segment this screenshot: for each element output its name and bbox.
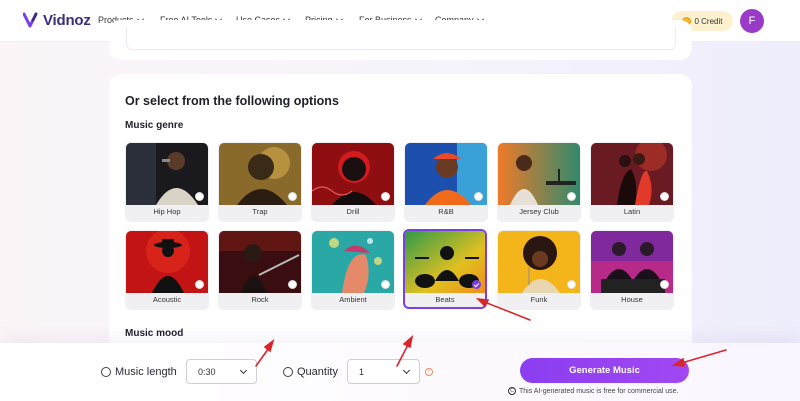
music-genre-heading: Music genre [125,120,184,131]
genre-tile-latin[interactable]: Latin [590,142,674,222]
genre-label: Acoustic [152,295,182,304]
genre-tile-rnb[interactable]: R&B [404,142,488,222]
music-length-label-group: Music length [101,366,177,378]
vidnoz-logo-icon [23,12,38,28]
genre-tile-drill[interactable]: Drill [311,142,395,222]
chevron-down-icon [239,366,248,375]
genre-radio[interactable] [288,192,297,201]
quantity-select[interactable]: 1 [347,359,420,384]
genre-radio[interactable] [288,280,297,289]
genre-radio[interactable] [567,192,576,201]
music-mood-heading: Music mood [125,328,184,339]
genre-radio[interactable] [195,192,204,201]
genre-radio[interactable] [567,280,576,289]
genre-tile-house[interactable]: House [590,230,674,310]
prompt-card [109,20,692,60]
logo-text: Vidnoz [43,11,91,29]
genre-tile-acoustic[interactable]: Acoustic [125,230,209,310]
genre-radio[interactable] [474,192,483,201]
genre-radio[interactable] [660,280,669,289]
genre-tile-hip-hop[interactable]: Hip Hop [125,142,209,222]
info-icon[interactable]: ! [425,368,433,376]
credit-label: 0 Credit [694,16,723,26]
copyright-icon: C [508,387,516,395]
genre-tile-rock[interactable]: Rock [218,230,302,310]
generate-music-button[interactable]: Generate Music [520,358,689,383]
generate-music-label: Generate Music [569,365,640,376]
genre-label: Trap [252,207,268,216]
avatar[interactable]: F [740,9,764,33]
genre-tile-trap[interactable]: Trap [218,142,302,222]
genre-label: Latin [623,207,641,216]
clock-icon [101,367,111,377]
genre-tile-jersey-club[interactable]: Jersey Club [497,142,581,222]
quantity-value: 1 [359,366,365,377]
genre-radio[interactable] [195,280,204,289]
genre-label: Drill [346,207,360,216]
genre-tile-beats[interactable]: Beats [403,229,487,309]
genre-radio[interactable] [381,280,390,289]
genre-label: R&B [438,207,454,216]
vidnoz-logo[interactable]: Vidnoz [23,11,91,29]
avatar-initial: F [748,15,756,27]
genre-label: Beats [435,295,455,304]
prompt-textarea[interactable] [126,26,676,50]
genre-tile-funk[interactable]: Funk [497,230,581,310]
commercial-use-text: This AI-generated music is free for comm… [519,387,679,395]
genre-label: Funk [530,295,548,304]
genre-label: Jersey Club [519,207,559,216]
chevron-down-icon [402,366,411,375]
options-title: Or select from the following options [125,94,339,108]
genre-label: Rock [251,295,269,304]
quantity-label: Quantity [297,366,338,378]
genre-label: Ambient [339,295,367,304]
genre-radio-checked[interactable] [472,280,481,289]
music-length-select[interactable]: 0:30 [186,359,257,384]
music-length-label: Music length [115,366,177,378]
quantity-icon [283,367,293,377]
genre-radio[interactable] [381,192,390,201]
genre-label: Hip Hop [153,207,181,216]
genre-radio[interactable] [660,192,669,201]
music-length-value: 0:30 [198,366,216,377]
commercial-use-note: C This AI-generated music is free for co… [508,387,679,395]
quantity-label-group: Quantity [283,366,338,378]
genre-tile-ambient[interactable]: Ambient [311,230,395,310]
genre-label: House [621,295,643,304]
